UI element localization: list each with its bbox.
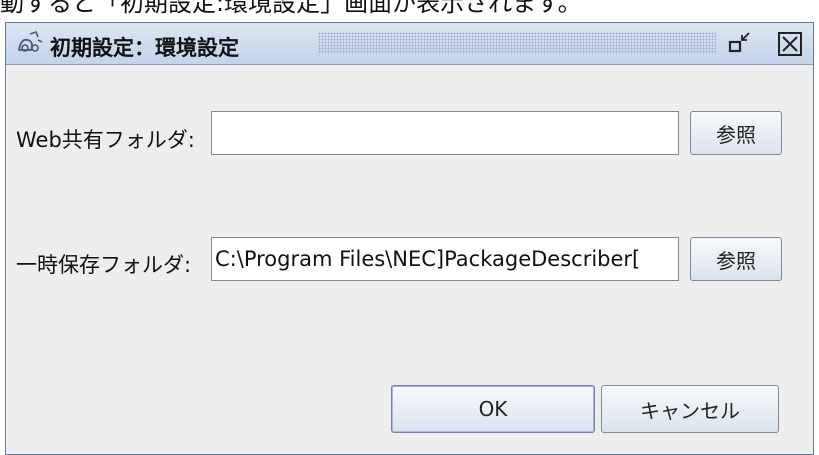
app-icon [17, 31, 43, 52]
ok-button[interactable]: OK [391, 385, 595, 433]
caption-text: 動すると「初期設定:環境設定」画面が表示されます。 [0, 0, 582, 17]
temp-folder-input[interactable] [211, 237, 679, 281]
close-icon [778, 32, 802, 56]
browse-web-shared-folder-button[interactable]: 参照 [690, 111, 782, 155]
browse-temp-folder-button[interactable]: 参照 [690, 237, 782, 281]
web-shared-folder-label: Web共有フォルダ: [16, 128, 195, 152]
close-button[interactable] [774, 28, 806, 60]
restore-icon [728, 32, 750, 53]
temp-folder-label: 一時保存フォルダ: [16, 253, 192, 277]
window-title: 初期設定：環境設定 [50, 36, 239, 60]
web-shared-folder-input[interactable] [211, 111, 679, 155]
cancel-button[interactable]: キャンセル [601, 385, 779, 433]
title-bar[interactable]: 初期設定：環境設定 [6, 23, 813, 65]
restore-button[interactable] [724, 28, 756, 60]
settings-dialog: 初期設定：環境設定 Web共有フォルダ: 参照 一時保存フォルダ: 参照 OK … [5, 22, 814, 455]
caption-strip: 動すると「初期設定:環境設定」画面が表示されます。 [0, 0, 819, 22]
title-bar-pattern [318, 32, 716, 54]
